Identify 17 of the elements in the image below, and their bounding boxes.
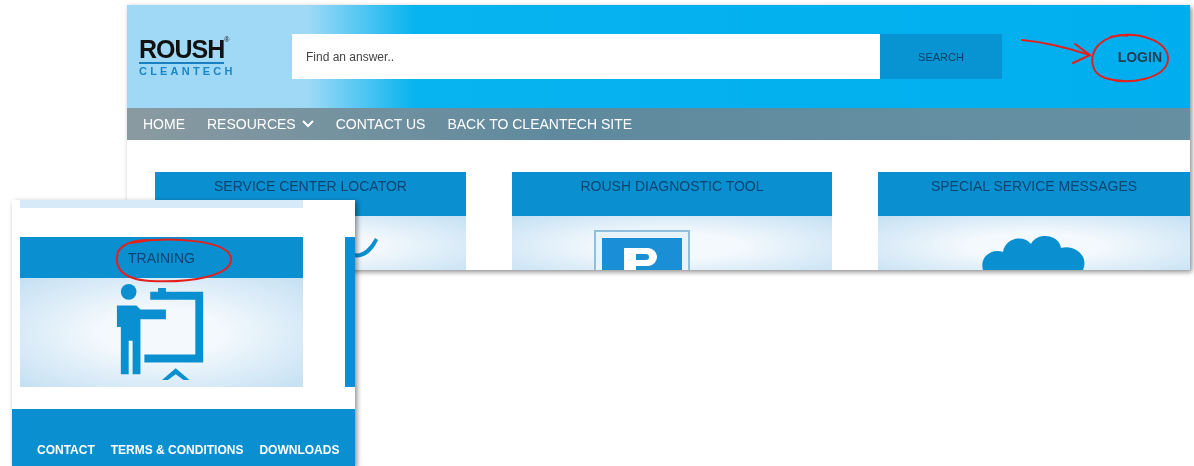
footer-link[interactable]: TERMS & CONDITIONS xyxy=(110,443,244,457)
login-link[interactable]: LOGIN xyxy=(1117,48,1162,65)
search-field[interactable]: Find an answer.. xyxy=(292,34,880,79)
tile-header[interactable]: SPECIAL SERVICE MESSAGES xyxy=(878,172,1190,200)
footer-link[interactable]: DOWNLOADS xyxy=(259,443,340,457)
logo-tagline: CLEANTECH xyxy=(139,65,237,77)
tile-header[interactable]: SERVICE CENTER LOCATOR xyxy=(155,172,466,200)
nav-link[interactable]: CONTACT US xyxy=(335,116,426,132)
tile-header[interactable]: TRAINING xyxy=(20,237,303,278)
nav-link[interactable]: RESOURCES xyxy=(207,116,314,132)
footer-link[interactable]: CONTACT xyxy=(37,443,95,457)
nav-link[interactable]: BACK TO CLEANTECH SITE xyxy=(447,116,633,132)
nav-link[interactable]: HOME xyxy=(143,116,185,132)
app-tile-icon xyxy=(594,230,690,270)
search-button[interactable]: SEARCH xyxy=(880,34,1002,79)
tile-header[interactable]: ROUSH DIAGNOSTIC TOOL xyxy=(512,172,832,200)
logo-wordmark: ROUSH xyxy=(139,36,225,64)
